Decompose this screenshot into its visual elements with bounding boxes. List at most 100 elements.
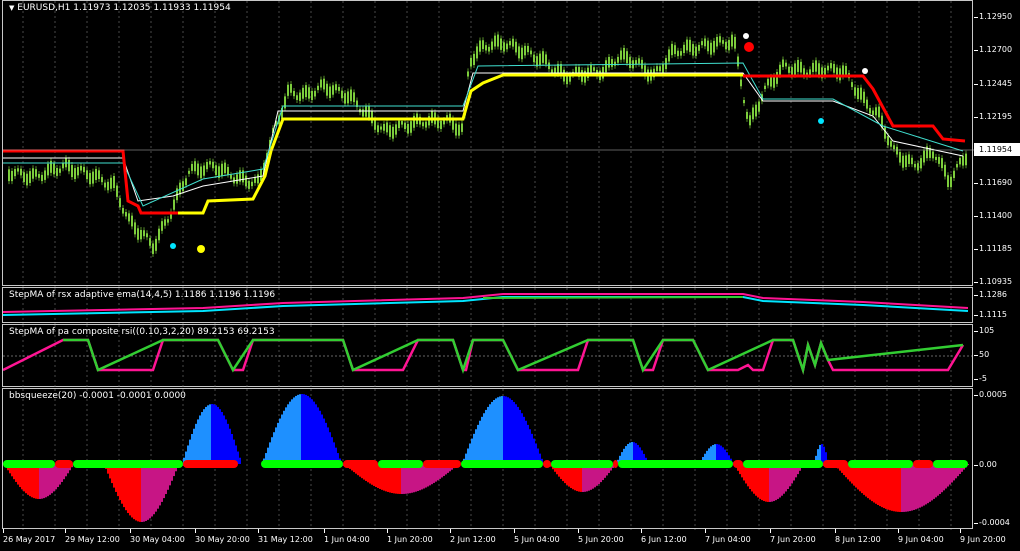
histogram-bar [195,423,197,464]
histogram-bar [25,464,27,494]
histogram-bar [473,433,475,464]
histogram-bar [753,464,755,494]
bbsqueeze-axis[interactable]: 0.0005 0.00 -0.0004 [974,388,1020,529]
time-label: 7 Jun 04:00 [705,529,751,544]
histogram-bar [941,464,943,493]
histogram-bar [331,437,333,464]
histogram-bar [295,395,297,464]
histogram-bar [123,464,125,508]
time-axis[interactable]: 26 May 2017 29 May 12:00 30 May 04:00 30… [0,529,1020,551]
bbsqueeze-plot-area[interactable]: bbsqueeze(20) -0.0001 -0.0001 0.0000 [2,388,973,530]
histogram-bar [527,424,529,464]
main-plot-area[interactable]: ▼ EURUSD,H1 1.11973 1.12035 1.11933 1.11… [2,0,974,287]
histogram-bar [531,433,533,464]
time-label: 2 Jun 12:00 [450,529,496,544]
squeeze-dot-segment [733,460,743,468]
histogram-bar [757,464,759,498]
histogram-bar [131,464,133,518]
histogram-bar [505,396,507,464]
rsi-plot-area[interactable]: StepMA of pa composite rsi((0.10,3,2,20)… [2,324,974,388]
histogram-bar [301,394,303,464]
histogram-bar [917,464,919,509]
time-label: 29 May 12:00 [65,529,120,544]
squeeze-dot-segment [3,460,55,468]
histogram-bar [763,464,765,502]
indicator-pane-bbsqueeze[interactable]: bbsqueeze(20) -0.0001 -0.0001 0.0000 0.0… [0,388,1020,530]
histogram-bar [891,464,893,511]
histogram-bar [305,394,307,464]
histogram-bar [919,464,921,508]
rsx-axis[interactable]: 1.1286 1.1115 [974,287,1020,323]
histogram-bar [861,464,863,494]
histogram-bar [119,464,121,501]
histogram-bar [927,464,929,504]
histogram-bar [387,464,389,492]
histogram-bar [299,394,301,464]
rsx-plot-area[interactable]: StepMA of rsx adaptive ema(14,4,5) 1.118… [2,287,973,324]
histogram-bar [115,464,117,492]
time-label: 30 May 04:00 [130,529,185,544]
histogram-bar [161,464,163,502]
histogram-bar [143,464,145,522]
histogram-bar [933,464,935,499]
histogram-bar [285,407,287,464]
histogram-bar [517,406,519,464]
histogram-bar [125,464,127,511]
histogram-bar [229,428,231,464]
histogram-bar [35,464,37,499]
histogram-bar [417,464,419,492]
squeeze-dot-segment [743,460,823,468]
histogram-bar [584,464,586,492]
time-label: 1 Jun 04:00 [324,529,370,544]
histogram-bar [217,406,219,464]
histogram-bar [887,464,889,510]
histogram-bar [43,464,45,499]
price-chart-svg [3,1,974,287]
histogram-bar [47,464,49,497]
price-level: 1.10935 [973,277,1013,286]
histogram-bar [751,464,753,492]
histogram-bar [481,416,483,464]
histogram-bar [409,464,411,494]
yellow-step-line [178,73,743,215]
rsi-line-green [63,338,964,375]
histogram-bar [413,464,415,493]
squeeze-dot-segment [423,460,461,468]
histogram-bar [515,404,517,464]
time-label: 5 Jun 04:00 [514,529,560,544]
signal-dot [197,245,205,253]
histogram-bar [391,464,393,493]
histogram-bar [139,464,141,522]
rsi-axis[interactable]: 105 50 -5 [973,324,1020,387]
histogram-bar [293,397,295,464]
histogram-bar [321,414,323,464]
price-level: 1.11400 [973,211,1013,220]
histogram-bar [781,464,783,496]
histogram-bar [415,464,417,492]
histogram-bar [931,464,933,501]
histogram-bar [407,464,409,494]
indicator-pane-rsi[interactable]: StepMA of pa composite rsi((0.10,3,2,20)… [0,324,1020,388]
histogram-bar [29,464,31,497]
histogram-bar [157,464,159,509]
triangle-down-icon[interactable]: ▼ [9,4,14,12]
histogram-bar [588,464,590,491]
price-level: 1.12195 [973,112,1013,121]
indicator-pane-rsx[interactable]: StepMA of rsx adaptive ema(14,4,5) 1.118… [0,287,1020,324]
histogram-bar [847,464,849,480]
histogram-bar [231,434,233,464]
histogram-bar [883,464,885,509]
price-level: 1.11690 [973,178,1013,187]
histogram-bar [385,464,387,492]
histogram-bar [33,464,35,499]
histogram-bar [901,464,903,512]
signal-dot [862,68,868,74]
squeeze-dot-segment [55,460,73,468]
histogram-bar [895,464,897,512]
histogram-bar [23,464,25,492]
histogram-bar [281,414,283,464]
histogram-bar [129,464,131,516]
squeeze-dot-segment [461,460,543,468]
histogram-bar [907,464,909,512]
main-chart-pane[interactable]: ▼ EURUSD,H1 1.11973 1.12035 1.11933 1.11… [0,0,1020,287]
